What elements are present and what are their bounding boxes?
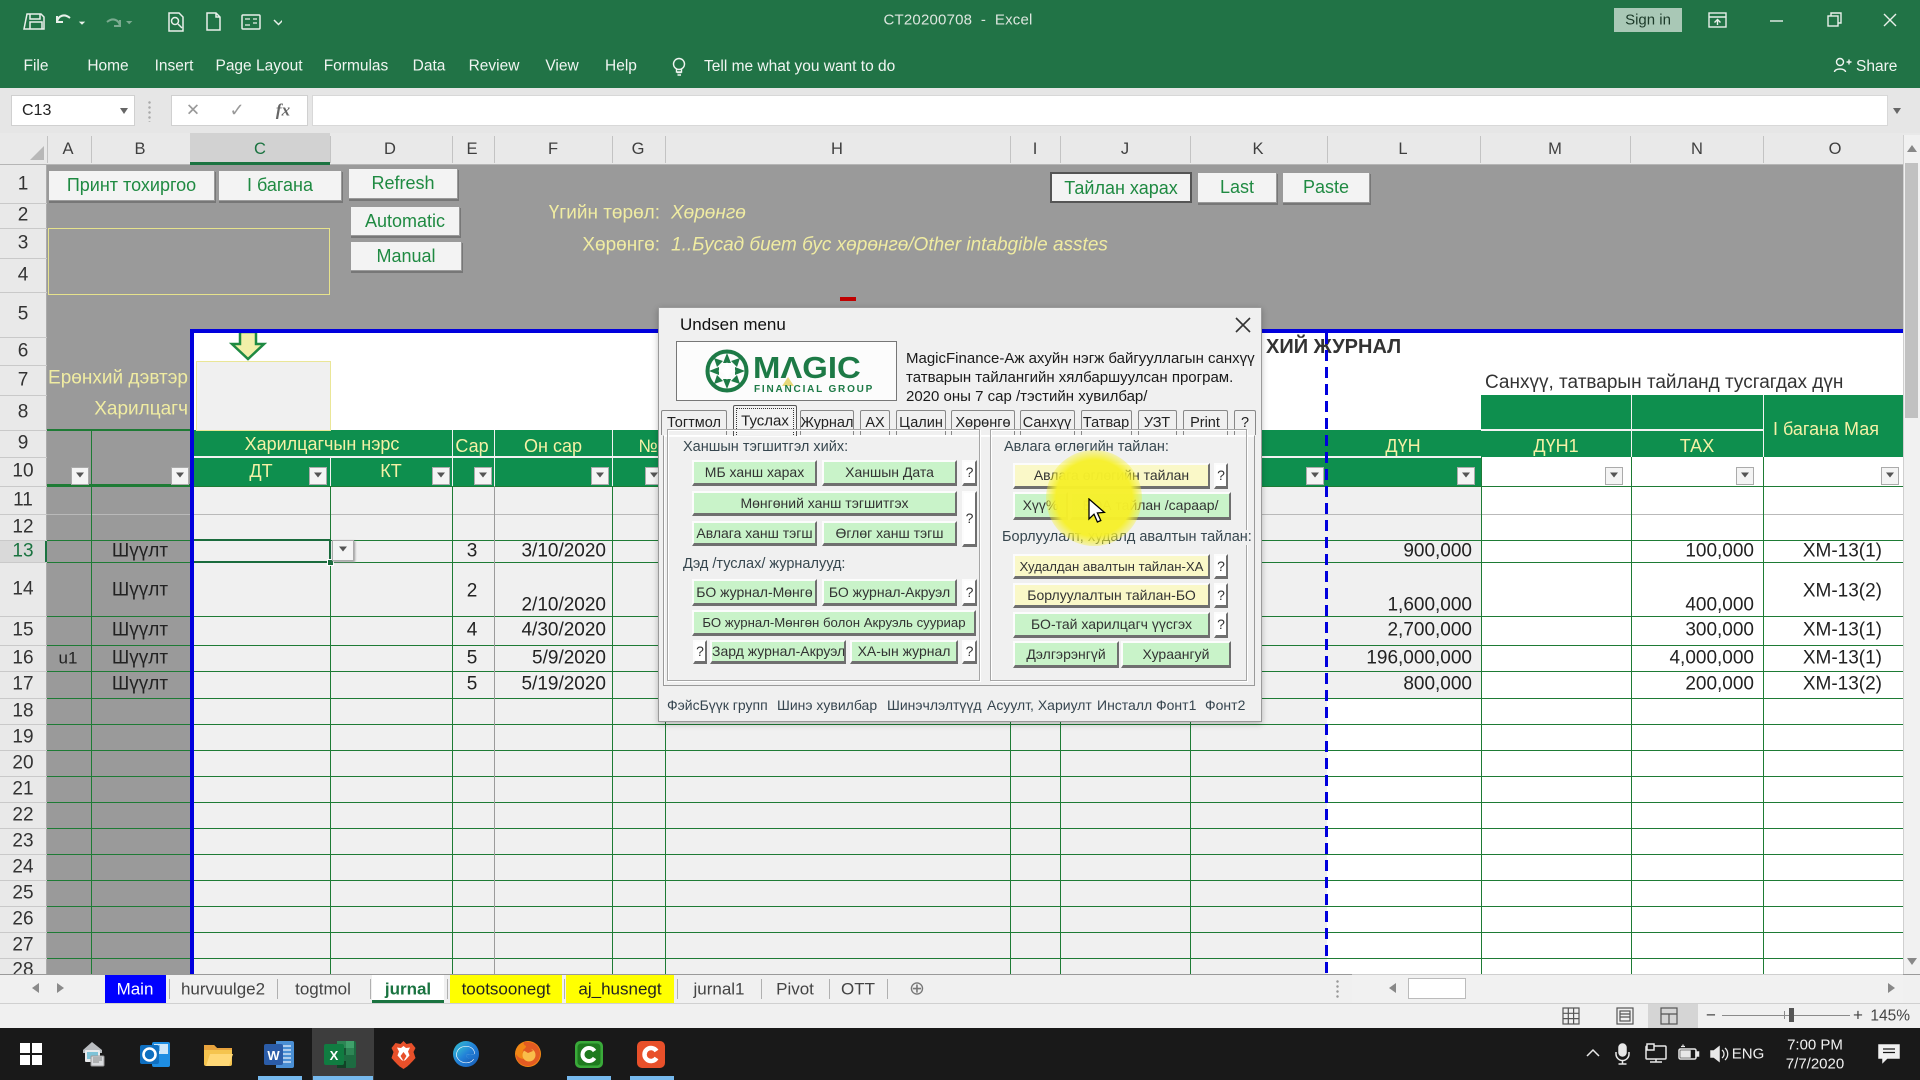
svg-text:W: W [267, 1048, 280, 1063]
svg-text:X: X [330, 1048, 339, 1063]
